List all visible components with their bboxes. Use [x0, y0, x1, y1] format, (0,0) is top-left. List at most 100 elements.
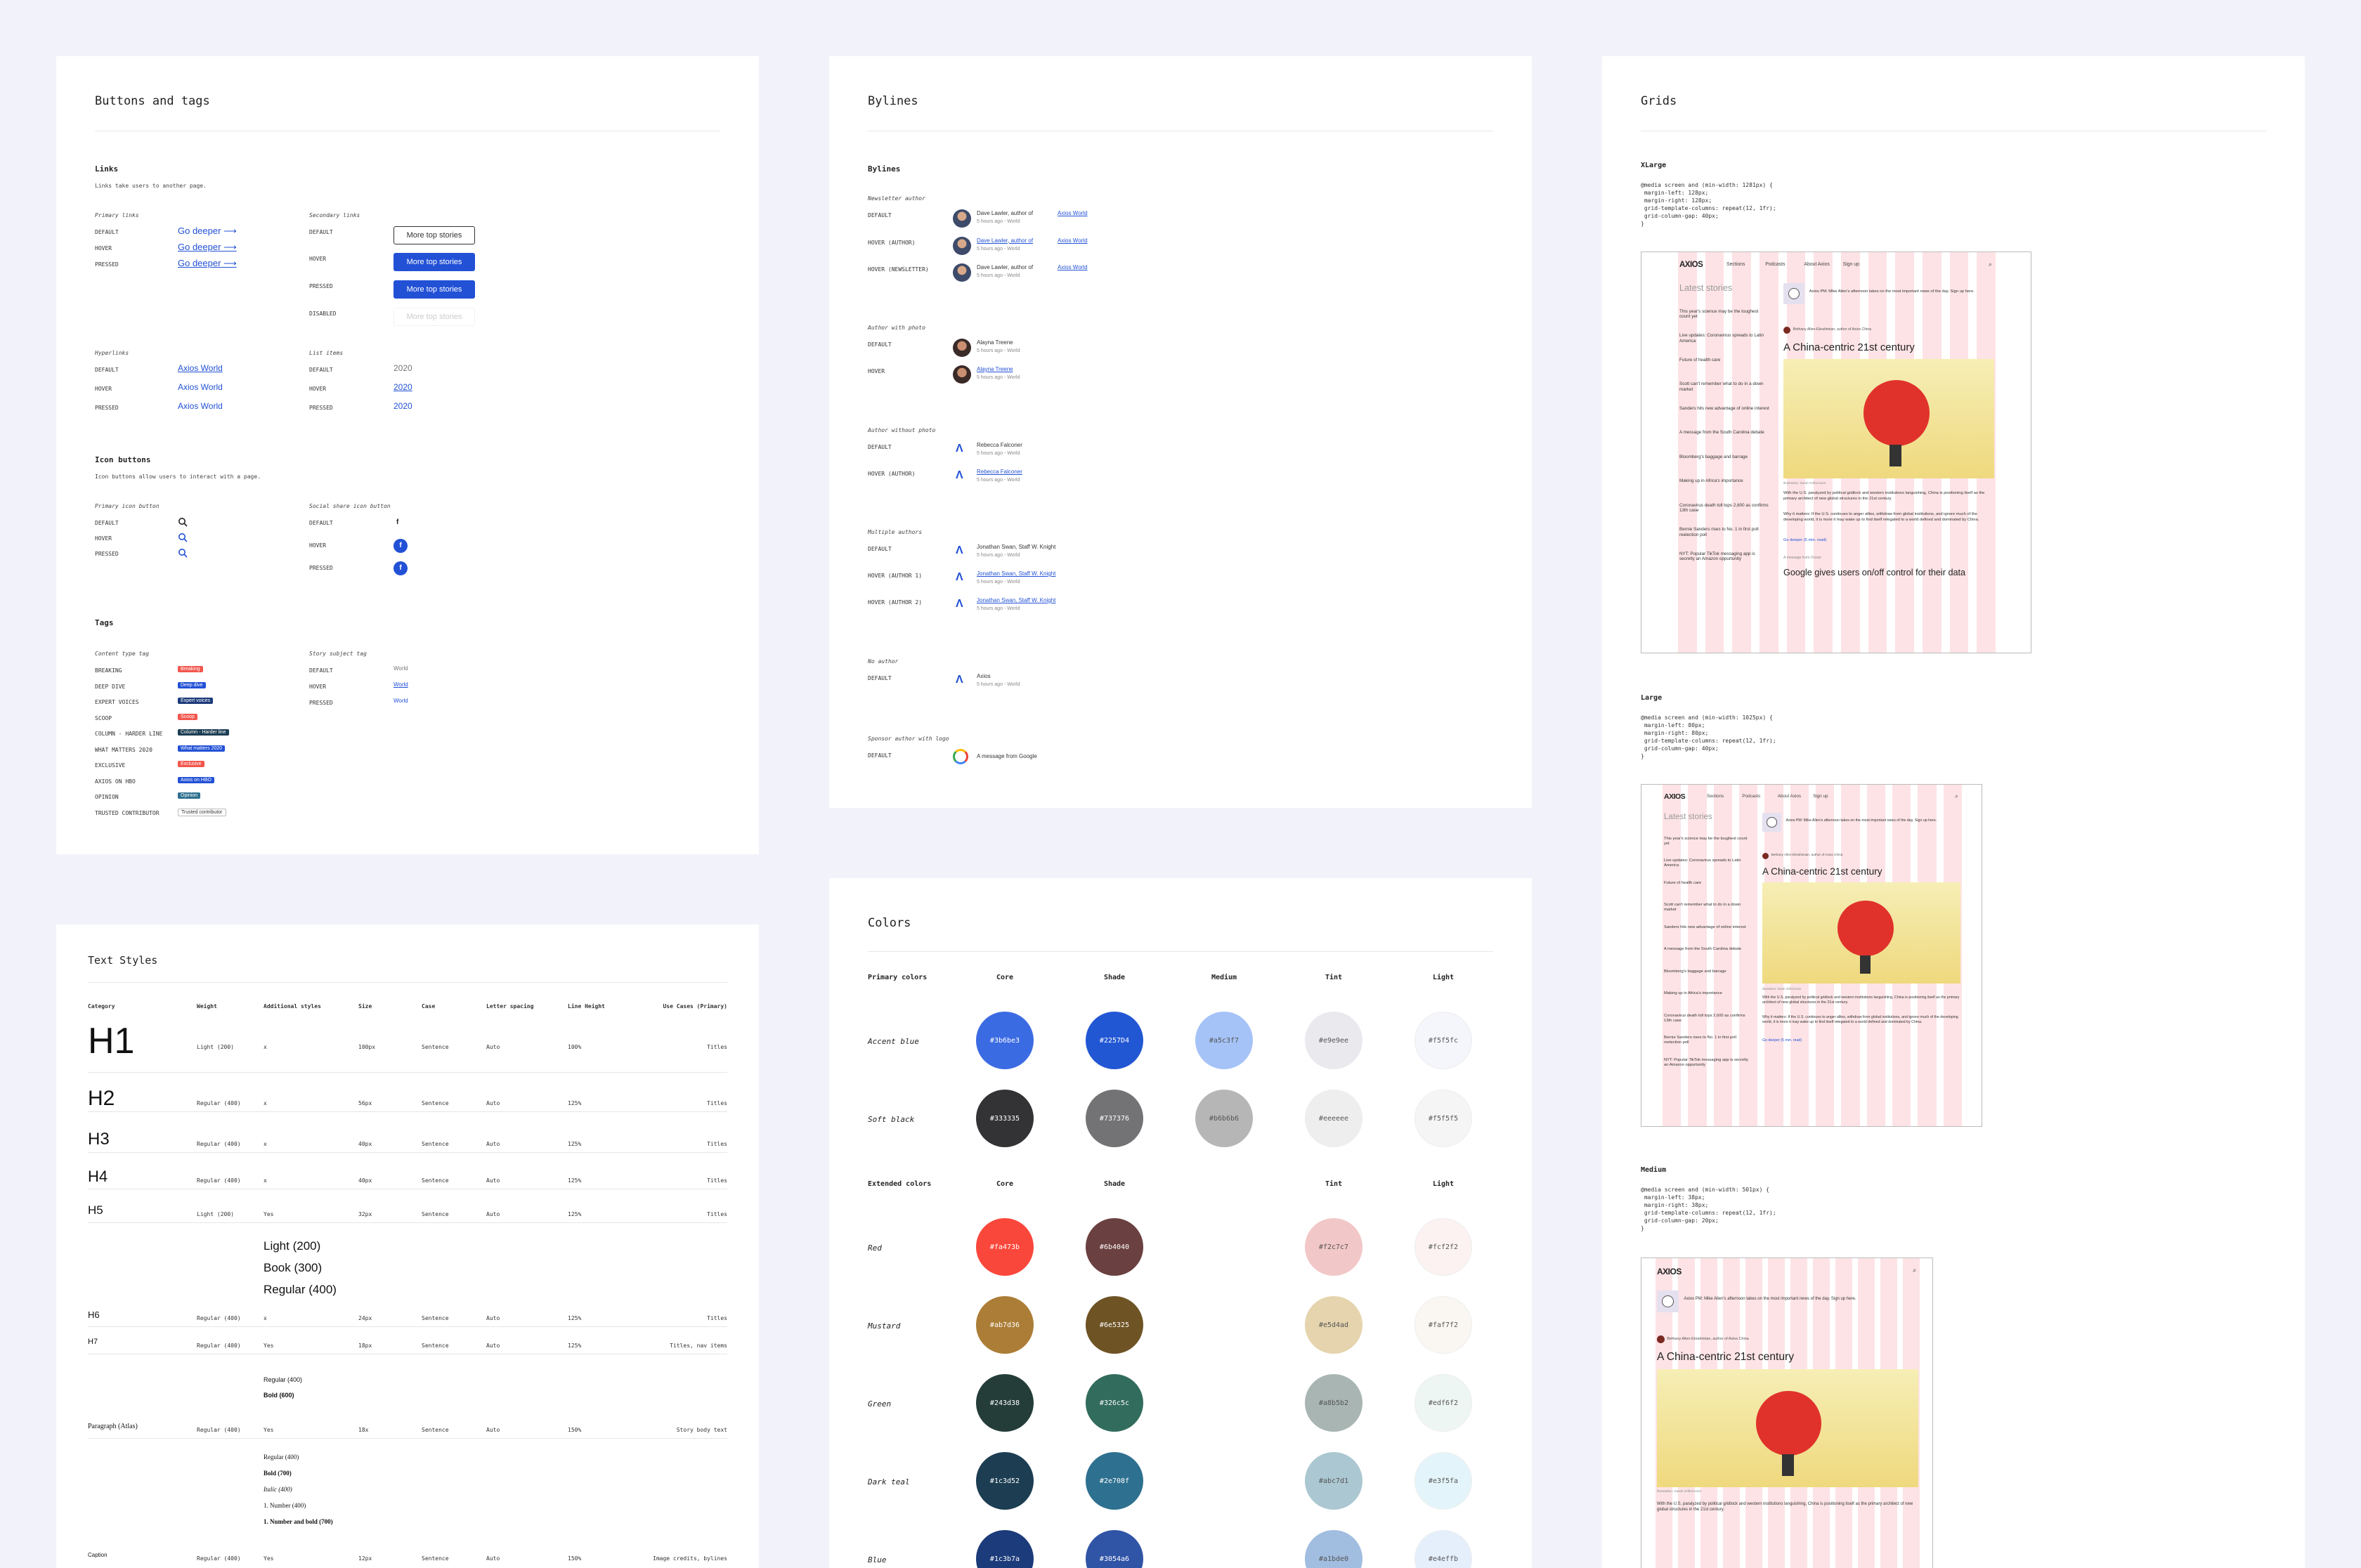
- go-deeper-link[interactable]: Go deeper (5 min. read): [1783, 538, 1826, 542]
- facebook-icon[interactable]: f: [393, 561, 408, 575]
- story-link[interactable]: NYT: Popular TikTok messaging app is sec…: [1679, 551, 1769, 563]
- content-tag[interactable]: Deep dive: [178, 681, 206, 688]
- axios-logo[interactable]: AXIOS: [1679, 261, 1703, 269]
- content-tag[interactable]: Trusted contributor: [178, 808, 226, 816]
- go-deeper-link[interactable]: Go deeper (5 min. read): [1762, 1038, 1802, 1043]
- headline[interactable]: A China-centric 21st century: [1783, 341, 1915, 353]
- more-top-stories-button[interactable]: More top stories: [393, 226, 475, 244]
- nav-item[interactable]: About Axios: [1804, 262, 1829, 267]
- byline-name[interactable]: Alayna Treene: [977, 339, 1013, 346]
- story-link[interactable]: Live updates: Coronavirus spreads to Lat…: [1679, 333, 1769, 344]
- byline-name[interactable]: Jonathan Swan, Staff W. Knight: [977, 544, 1055, 550]
- list-item[interactable]: 2020: [393, 363, 412, 373]
- weight-sample: Regular (400): [264, 1453, 299, 1461]
- promo-text[interactable]: Axios PM: Mike Allen's afternoon takes o…: [1809, 289, 1993, 294]
- nav-item[interactable]: Sign up: [1843, 262, 1859, 267]
- story-link[interactable]: Live updates: Coronavirus spreads to Lat…: [1664, 858, 1748, 868]
- nav-item[interactable]: Sign up: [1813, 794, 1828, 799]
- story-link[interactable]: Future of health care: [1664, 881, 1748, 886]
- byline[interactable]: Bethany Allen-Ebrahimian, author of Axio…: [1667, 1337, 1748, 1341]
- story-link[interactable]: Scott can't remember what to do in a dow…: [1679, 381, 1769, 393]
- content-tag[interactable]: Column - Harder line: [178, 729, 229, 736]
- content-tag[interactable]: Opinion: [178, 792, 201, 799]
- story-link[interactable]: Future of health care: [1679, 358, 1769, 363]
- promo-text[interactable]: Axios PM: Mike Allen's afternoon takes o…: [1786, 818, 1959, 823]
- byline-name[interactable]: Rebecca Falconer: [977, 469, 1022, 475]
- byline-name[interactable]: Jonathan Swan, Staff W. Knight: [977, 597, 1055, 603]
- facebook-icon[interactable]: f: [396, 518, 398, 526]
- newsletter-link[interactable]: Axios World: [1058, 264, 1088, 270]
- byline-name[interactable]: Dave Lawler, author of: [977, 237, 1033, 244]
- list-item[interactable]: 2020: [393, 401, 412, 411]
- search-icon[interactable]: [178, 548, 188, 558]
- story-link[interactable]: Bloomberg's baggage and barrage: [1679, 455, 1769, 460]
- story-link[interactable]: A message from the South Carolina debate: [1679, 430, 1769, 436]
- byline[interactable]: Bethany Allen-Ebrahimian, author of Axio…: [1771, 854, 1843, 857]
- content-tag[interactable]: What matters 2020: [178, 745, 226, 752]
- primary-link[interactable]: Go deeper ⟶: [178, 226, 237, 237]
- story-link[interactable]: A message from the South Carolina debate: [1664, 947, 1748, 952]
- content-tag[interactable]: Breaking: [178, 666, 203, 672]
- search-icon[interactable]: ⌕: [1989, 261, 1992, 268]
- color-swatch: #a8b5b2: [1305, 1374, 1362, 1432]
- newsletter-link[interactable]: Axios World: [1058, 237, 1088, 244]
- axios-logo[interactable]: AXIOS: [1664, 792, 1686, 801]
- story-link[interactable]: Scott can't remember what to do in a dow…: [1664, 903, 1748, 913]
- byline-name[interactable]: Alayna Treene: [977, 366, 1013, 372]
- byline-name[interactable]: Dave Lawler, author of: [977, 210, 1033, 216]
- story-link[interactable]: Bloomberg's baggage and barrage: [1664, 969, 1748, 974]
- story-link[interactable]: This year's science may be the toughest …: [1664, 837, 1748, 847]
- content-tag[interactable]: Expert voices: [178, 698, 214, 704]
- style-sample: H2: [88, 1086, 115, 1110]
- nav-item[interactable]: Podcasts: [1765, 262, 1785, 267]
- hyperlink[interactable]: Axios World: [178, 401, 223, 411]
- hyperlink[interactable]: Axios World: [178, 363, 223, 373]
- headline[interactable]: A China-centric 21st century: [1762, 866, 1882, 877]
- search-icon[interactable]: [178, 533, 188, 542]
- content-tag[interactable]: Axios on HBO: [178, 776, 214, 783]
- nav-item[interactable]: About Axios: [1778, 794, 1801, 799]
- byline-name[interactable]: Jonathan Swan, Staff W. Knight: [977, 570, 1055, 577]
- newsletter-link[interactable]: Axios World: [1058, 210, 1088, 216]
- byline-name[interactable]: Axios: [977, 673, 991, 679]
- story-link[interactable]: This year's science may be the toughest …: [1679, 309, 1769, 320]
- search-icon[interactable]: ⌕: [1913, 1267, 1916, 1274]
- search-icon[interactable]: [178, 517, 188, 527]
- xlarge-grid-mockup: AXIOS Sections Podcasts About Axios Sign up ⌕…: [1641, 251, 2031, 653]
- list-item[interactable]: 2020: [393, 382, 412, 392]
- axios-logo[interactable]: AXIOS: [1657, 1267, 1682, 1276]
- hyperlink[interactable]: Axios World: [178, 382, 223, 392]
- story-link[interactable]: Sanders hits new advantage of online int…: [1664, 925, 1748, 930]
- style-sample: H4: [88, 1167, 108, 1185]
- primary-link[interactable]: Go deeper ⟶: [178, 258, 237, 269]
- table-cell: Story body text: [676, 1427, 727, 1433]
- more-top-stories-button[interactable]: More top stories: [393, 280, 475, 299]
- story-link[interactable]: Making up in Africa's importance: [1679, 478, 1769, 484]
- story-subject-tag[interactable]: World: [393, 698, 408, 704]
- story-subject-tag[interactable]: World: [393, 665, 408, 672]
- facebook-icon[interactable]: f: [393, 539, 408, 553]
- byline[interactable]: Bethany Allen-Ebrahimian, author of Axio…: [1793, 327, 1871, 332]
- headline[interactable]: A China-centric 21st century: [1657, 1351, 1794, 1364]
- search-icon[interactable]: ⌕: [1955, 792, 1958, 800]
- story-link[interactable]: NYT: Popular TikTok messaging app is sec…: [1664, 1058, 1748, 1068]
- byline-name[interactable]: Dave Lawler, author of: [977, 264, 1033, 270]
- nav-item[interactable]: Sections: [1707, 794, 1724, 799]
- promo-text[interactable]: Axios PM: Mike Allen's afternoon takes o…: [1684, 1297, 1916, 1302]
- nav-item[interactable]: Podcasts: [1742, 794, 1760, 799]
- story-link[interactable]: Coronavirus death toll tops 2,600 as con…: [1679, 503, 1769, 514]
- more-top-stories-button-disabled[interactable]: More top stories: [393, 308, 475, 326]
- story-link[interactable]: Bernie Sanders rises to No. 1 in first p…: [1664, 1035, 1748, 1045]
- content-tag[interactable]: Scoop: [178, 713, 197, 720]
- more-top-stories-button[interactable]: More top stories: [393, 253, 475, 271]
- story-link[interactable]: Sanders hits new advantage of online int…: [1679, 406, 1769, 412]
- story-link[interactable]: Coronavirus death toll tops 2,600 as con…: [1664, 1014, 1748, 1024]
- primary-link[interactable]: Go deeper ⟶: [178, 242, 237, 253]
- second-headline[interactable]: Google gives users on/off control for th…: [1783, 568, 1994, 578]
- nav-item[interactable]: Sections: [1726, 262, 1745, 267]
- story-link[interactable]: Making up in Africa's importance: [1664, 991, 1748, 996]
- story-link[interactable]: Bernie Sanders rises to No. 1 in first p…: [1679, 527, 1769, 538]
- story-subject-tag[interactable]: World: [393, 681, 408, 688]
- content-tag[interactable]: Exclusive: [178, 761, 204, 767]
- byline-name[interactable]: Rebecca Falconer: [977, 442, 1022, 448]
